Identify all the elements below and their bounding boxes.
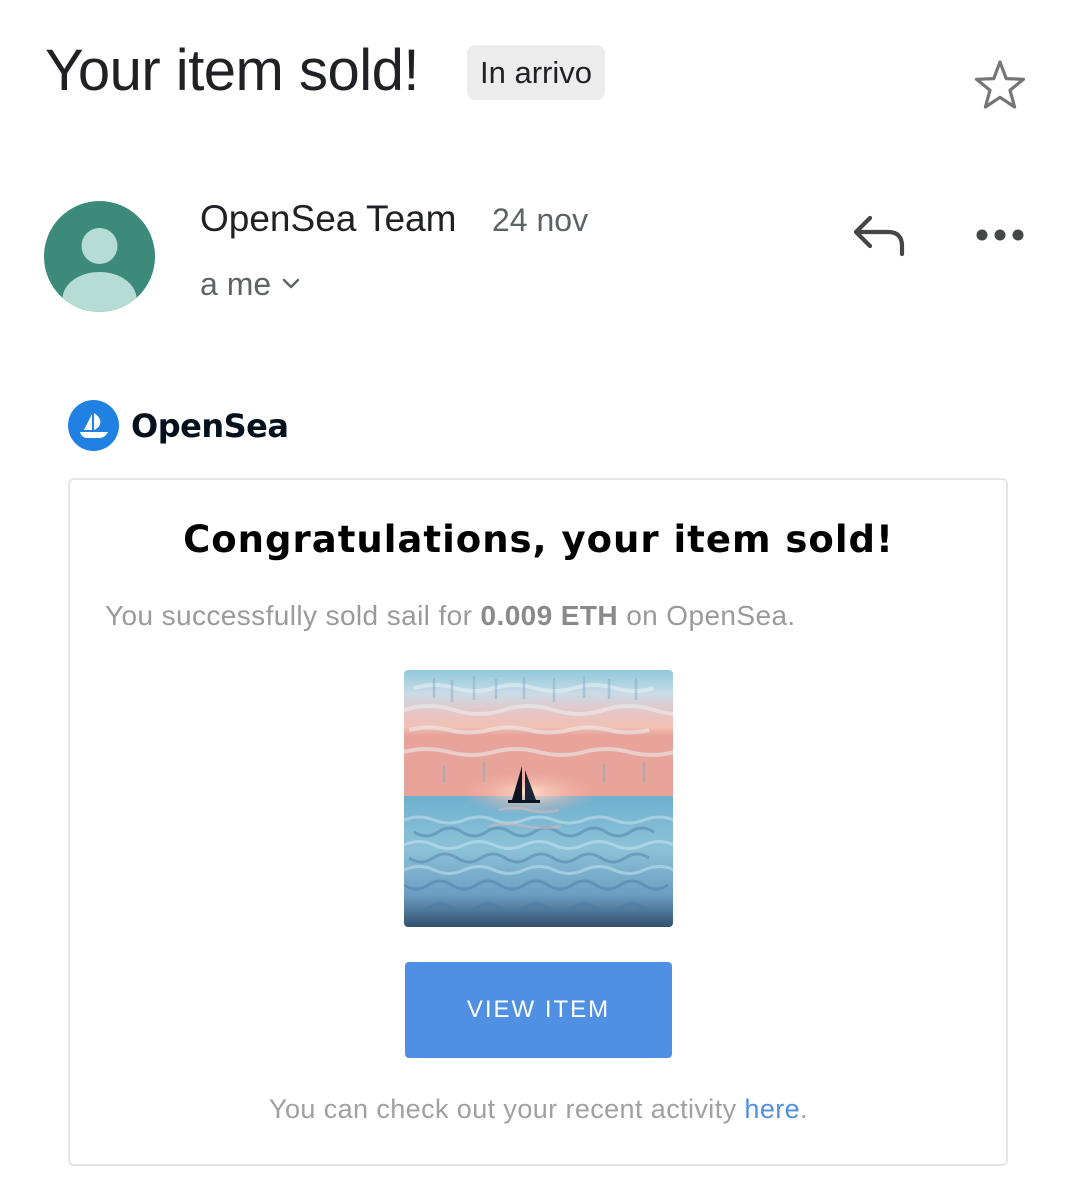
- star-icon[interactable]: [970, 56, 1030, 116]
- sold-item-image[interactable]: [404, 670, 673, 927]
- email-subject: Your item sold!: [45, 38, 420, 103]
- person-silhouette-icon: [62, 228, 137, 312]
- activity-link[interactable]: here: [744, 1094, 800, 1124]
- activity-footer: You can check out your recent activity h…: [0, 1090, 1077, 1128]
- sale-prefix: You successfully sold sail for: [105, 600, 473, 631]
- recipient-label: a me: [200, 266, 272, 302]
- sale-suffix: on OpenSea.: [626, 600, 796, 631]
- email-date: 24 nov: [492, 202, 589, 238]
- footer-text: You can check out your recent activity: [269, 1094, 737, 1124]
- chevron-down-icon: [282, 278, 300, 289]
- opensea-ship-icon: [68, 400, 119, 451]
- reply-icon[interactable]: [848, 210, 910, 262]
- footer-period: .: [800, 1094, 808, 1124]
- inbox-label-chip[interactable]: In arrivo: [467, 45, 605, 100]
- recipient-details-toggle[interactable]: a me: [200, 262, 301, 306]
- congratulations-heading: Congratulations, your item sold!: [183, 518, 894, 561]
- sale-description: You successfully sold sail for 0.009 ETH…: [105, 596, 796, 636]
- sender-name[interactable]: OpenSea Team: [200, 196, 456, 242]
- sender-avatar[interactable]: [44, 201, 155, 312]
- more-options-icon[interactable]: [972, 220, 1028, 250]
- sale-amount: 0.009 ETH: [480, 600, 618, 631]
- opensea-logo[interactable]: OpenSea: [68, 400, 289, 451]
- opensea-wordmark: OpenSea: [131, 406, 289, 445]
- view-item-button[interactable]: VIEW ITEM: [405, 962, 672, 1058]
